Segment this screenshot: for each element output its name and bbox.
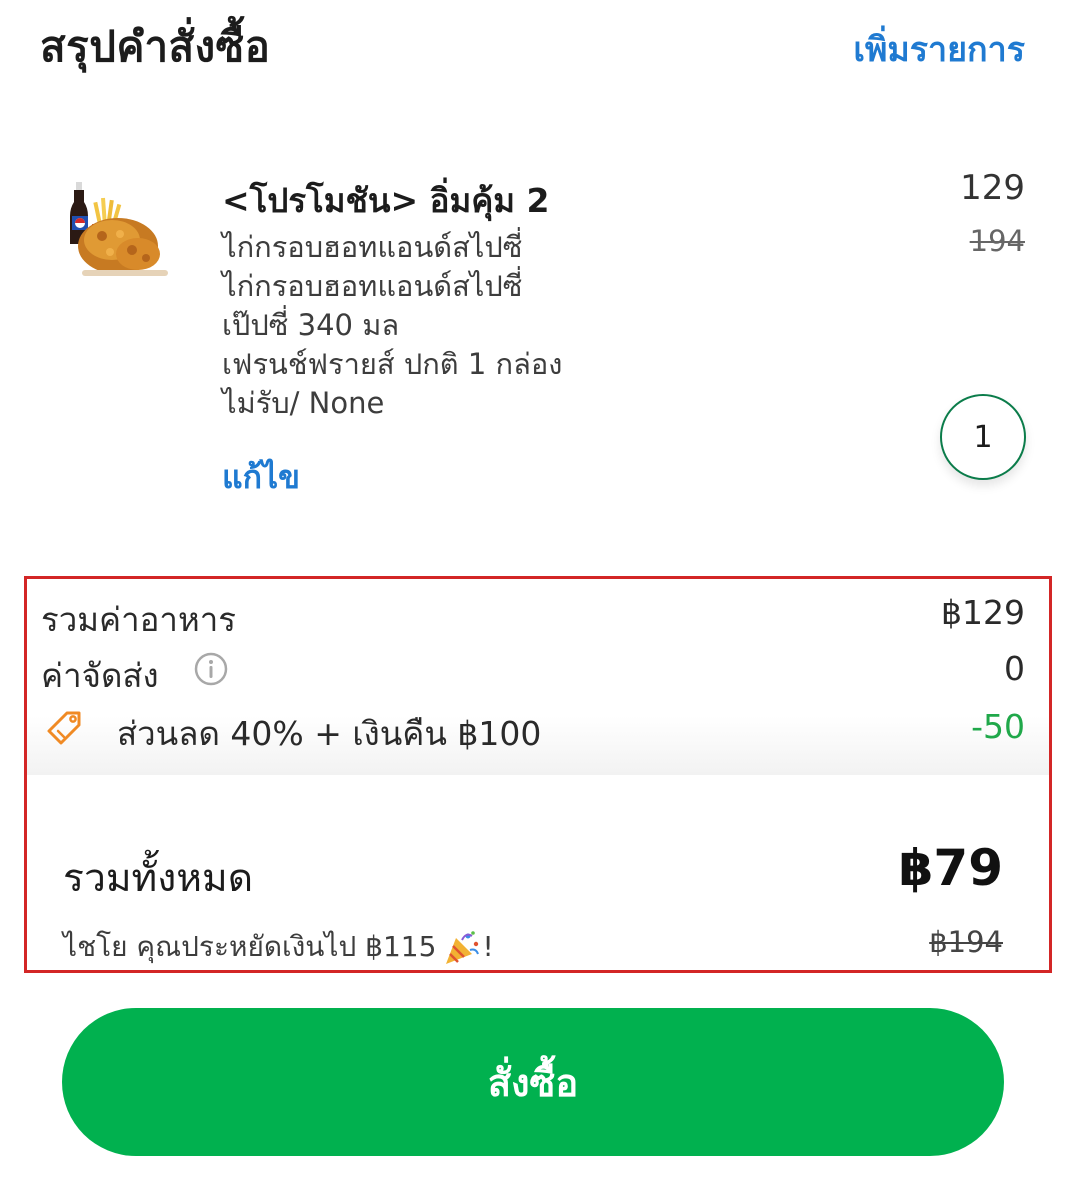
grand-total-value: ฿79 (898, 839, 1003, 897)
header: สรุปคำสั่งซื้อ เพิ่มรายการ (0, 0, 1073, 100)
delivery-fee-value: 0 (1004, 649, 1025, 688)
edit-item-link[interactable]: แก้ไข (222, 452, 300, 503)
summary-breakdown: รวมค่าอาหาร ฿129 ค่าจัดส่ง 0 ส่วนลด 40% … (27, 579, 1049, 775)
fried-chicken-combo-image (70, 182, 168, 276)
summary-total: รวมทั้งหมด ฿79 ไชโย คุณประหยัดเงินไป ฿11… (27, 775, 1049, 970)
savings-message: ไชโย คุณประหยัดเงินไป ฿115 ! (63, 925, 494, 969)
info-icon[interactable] (193, 651, 229, 687)
item-name: <โปรโมชัน> อิ่มคุ้ม 2 (222, 181, 550, 220)
discount-row: ส่วนลด 40% + เงินคืน ฿100 -50 (41, 707, 1025, 753)
item-option: ไก่กรอบฮอทแอนด์สไปซี่ (222, 269, 523, 303)
item-original-price: 194 (969, 224, 1025, 258)
food-total-value: ฿129 (941, 593, 1025, 632)
item-option: เฟรนช์ฟรายส์ ปกติ 1 กล่อง (222, 347, 563, 381)
party-popper-icon (446, 931, 480, 964)
delivery-fee-label: ค่าจัดส่ง (41, 656, 159, 695)
item-option: ไก่กรอบฮอทแอนด์สไปซี่ (222, 230, 523, 264)
price-summary: รวมค่าอาหาร ฿129 ค่าจัดส่ง 0 ส่วนลด 40% … (24, 576, 1052, 973)
cart-item: <โปรโมชัน> อิ่มคุ้ม 2 ไก่กรอบฮอทแอนด์สไป… (0, 160, 1073, 520)
savings-suffix: ! (482, 930, 494, 963)
food-total-row: รวมค่าอาหาร ฿129 (41, 593, 1025, 639)
place-order-button[interactable]: สั่งซื้อ (62, 1008, 1004, 1156)
grand-total-label: รวมทั้งหมด (63, 856, 254, 901)
discount-value: -50 (971, 707, 1025, 746)
item-option: ไม่รับ/ None (222, 386, 385, 420)
savings-text: ไชโย คุณประหยัดเงินไป ฿115 (63, 930, 437, 963)
quantity-button[interactable]: 1 (940, 394, 1026, 480)
item-options-list: ไก่กรอบฮอทแอนด์สไปซี่ ไก่กรอบฮอทแอนด์สไป… (222, 228, 562, 423)
item-option: เป๊ปซี่ 340 มล (222, 308, 400, 342)
discount-label: ส่วนลด 40% + เงินคืน ฿100 (117, 714, 542, 753)
food-total-label: รวมค่าอาหาร (41, 600, 236, 639)
item-price: 129 (960, 168, 1025, 208)
page-title: สรุปคำสั่งซื้อ (40, 22, 271, 71)
add-items-link[interactable]: เพิ่มรายการ (853, 22, 1025, 76)
delivery-fee-row: ค่าจัดส่ง 0 (41, 649, 1025, 695)
original-total: ฿194 (929, 925, 1003, 959)
tag-icon (47, 711, 81, 745)
